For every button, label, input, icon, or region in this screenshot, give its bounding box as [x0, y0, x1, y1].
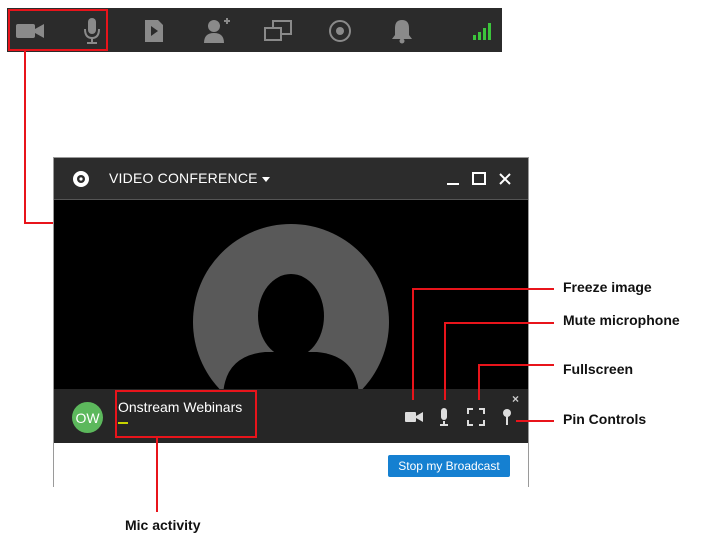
- microphone-highlight-box: [8, 9, 108, 51]
- freeze-image-label: Freeze image: [563, 279, 652, 295]
- app-logo-icon: [72, 170, 90, 188]
- person-silhouette-icon: [223, 274, 359, 389]
- avatar: OW: [72, 402, 103, 433]
- video-stream: [54, 200, 528, 389]
- window-title: VIDEO CONFERENCE: [109, 170, 258, 186]
- callout-line: [412, 288, 414, 400]
- notification-bell-icon[interactable]: [387, 16, 417, 46]
- callout-line: [444, 322, 554, 324]
- pin-controls-label: Pin Controls: [563, 411, 647, 427]
- mute-microphone-icon[interactable]: [435, 408, 453, 426]
- signal-strength-icon: [468, 16, 498, 46]
- mute-microphone-label: Mute microphone: [563, 312, 680, 328]
- maximize-icon[interactable]: [470, 170, 488, 188]
- callout-line: [516, 420, 554, 422]
- participant-name: Onstream Webinars: [118, 399, 243, 415]
- callout-line: [478, 364, 480, 400]
- callout-line: [412, 288, 554, 290]
- callout-box: [255, 390, 257, 438]
- minimize-icon[interactable]: [444, 170, 462, 188]
- record-icon[interactable]: [325, 16, 355, 46]
- participant-avatar-placeholder: [193, 224, 389, 389]
- callout-line: [24, 51, 26, 224]
- chevron-down-icon: [261, 176, 270, 182]
- fullscreen-label: Fullscreen: [563, 361, 634, 377]
- stop-broadcast-button[interactable]: Stop my Broadcast: [388, 455, 510, 477]
- screen-share-icon[interactable]: [263, 16, 293, 46]
- callout-line: [478, 364, 554, 366]
- close-controls-icon[interactable]: ×: [512, 392, 519, 406]
- close-icon[interactable]: [496, 170, 514, 188]
- freeze-camera-icon[interactable]: [405, 408, 423, 426]
- fullscreen-icon[interactable]: [467, 408, 485, 426]
- callout-box: [115, 390, 117, 438]
- window-title-dropdown[interactable]: VIDEO CONFERENCE: [109, 170, 270, 186]
- callout-line: [156, 437, 158, 512]
- window-footer: Stop my Broadcast: [54, 443, 528, 487]
- callout-box: [115, 436, 257, 438]
- mic-activity-meter: [118, 422, 128, 424]
- participant-bar: OW Onstream Webinars ×: [54, 389, 528, 443]
- add-user-icon[interactable]: [202, 16, 232, 46]
- callout-box: [115, 390, 257, 392]
- pin-icon[interactable]: [498, 408, 516, 426]
- mic-activity-label: Mic activity: [125, 517, 201, 533]
- play-file-icon[interactable]: [139, 16, 169, 46]
- window-titlebar[interactable]: VIDEO CONFERENCE: [54, 158, 528, 200]
- callout-line: [444, 322, 446, 400]
